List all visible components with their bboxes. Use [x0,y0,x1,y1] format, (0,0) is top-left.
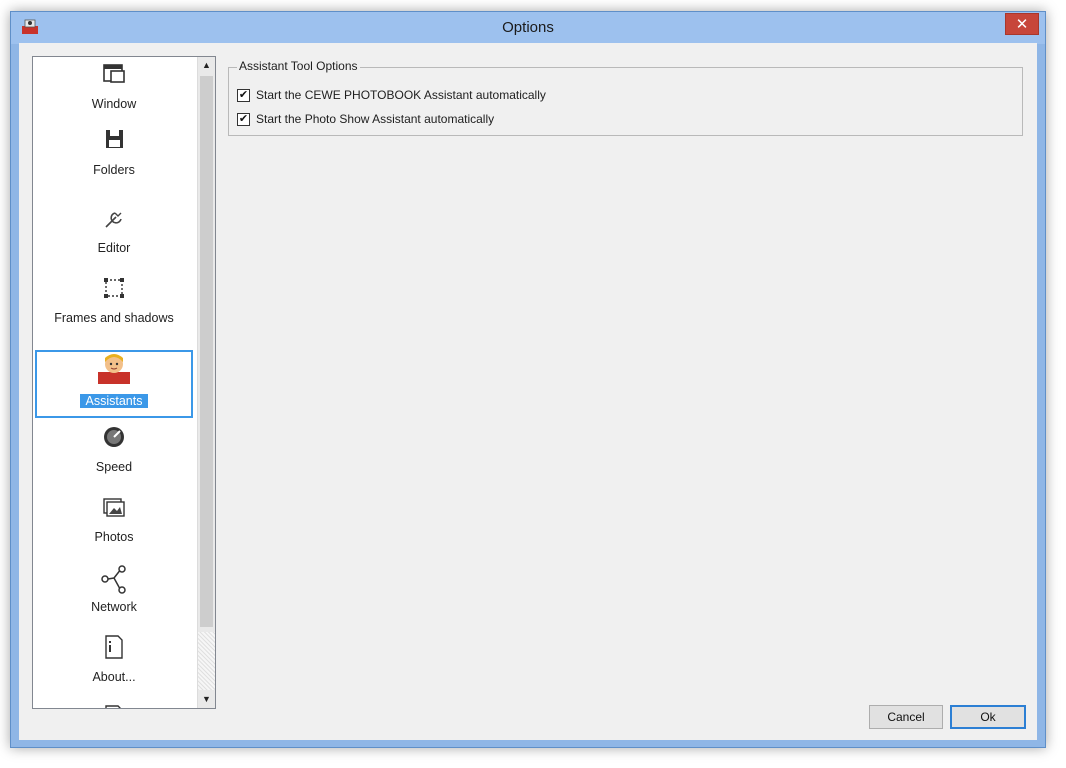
frame-icon [104,278,124,298]
vertical-scrollbar[interactable]: ▲ ▼ [197,57,215,708]
nav-item-speed[interactable]: Speed [35,420,193,488]
nav-item-folders[interactable]: Folders [35,123,193,191]
photos-icon [103,498,125,517]
nav-item-label: Frames and shadows [54,311,174,325]
nav-item-label: Speed [95,460,133,474]
nav-item-photos[interactable]: Photos [35,490,193,558]
assistant-tool-options-group: Assistant Tool Options ✔ Start the CEWE … [228,59,1023,136]
document-icon [105,705,121,708]
nav-item-window[interactable]: Window [35,57,193,125]
speedometer-icon [104,427,124,447]
category-list: Window Folders Editor Frames and shadows… [32,56,216,709]
nav-item-editor[interactable]: Editor [35,201,193,269]
nav-item-frames-and-shadows[interactable]: Frames and shadows [35,271,193,339]
scroll-down-arrow-icon[interactable]: ▼ [198,691,215,708]
scrollbar-thumb[interactable] [200,76,213,627]
window-icon [103,64,125,83]
scroll-up-arrow-icon[interactable]: ▲ [198,57,215,74]
info-document-icon [105,635,123,659]
title-bar[interactable]: Options ✕ [11,12,1045,44]
nav-item-label: About... [92,670,136,684]
ok-button[interactable]: Ok [950,705,1026,729]
assistant-person-icon [98,354,130,384]
floppy-disk-icon [106,130,123,148]
scrollbar-track[interactable] [198,632,215,690]
checkbox-label: Start the CEWE PHOTOBOOK Assistant autom… [256,88,546,102]
options-window: Options ✕ Window Folders Editor Frames a… [10,11,1046,748]
photobook-assistant-checkbox[interactable]: ✔ [237,88,250,102]
nav-item-label: Photos [94,530,134,544]
nav-item-network[interactable]: Network [35,560,193,628]
close-button[interactable]: ✕ [1005,13,1039,35]
cancel-button[interactable]: Cancel [869,705,943,729]
wrench-icon [105,212,122,228]
nav-item-label: Window [91,97,137,111]
photoshow-assistant-checkbox[interactable]: ✔ [237,112,250,126]
checkbox-row-photobook[interactable]: ✔ Start the CEWE PHOTOBOOK Assistant aut… [237,87,546,103]
nav-item-assistants[interactable]: Assistants [35,350,193,418]
nav-item-about[interactable]: About... [35,630,193,698]
nav-item-label: Folders [93,163,135,177]
nav-item-label: Network [91,600,137,614]
checkbox-label: Start the Photo Show Assistant automatic… [256,112,495,126]
nav-item-label: Editor [97,241,131,255]
nav-item-label: Assistants [79,394,149,408]
network-icon [101,565,126,594]
window-title: Options [502,19,554,36]
group-title: Assistant Tool Options [237,59,360,73]
checkbox-row-photoshow[interactable]: ✔ Start the Photo Show Assistant automat… [237,111,494,127]
dialog-client-area: Window Folders Editor Frames and shadows… [19,43,1037,740]
nav-item-partial [35,700,193,708]
